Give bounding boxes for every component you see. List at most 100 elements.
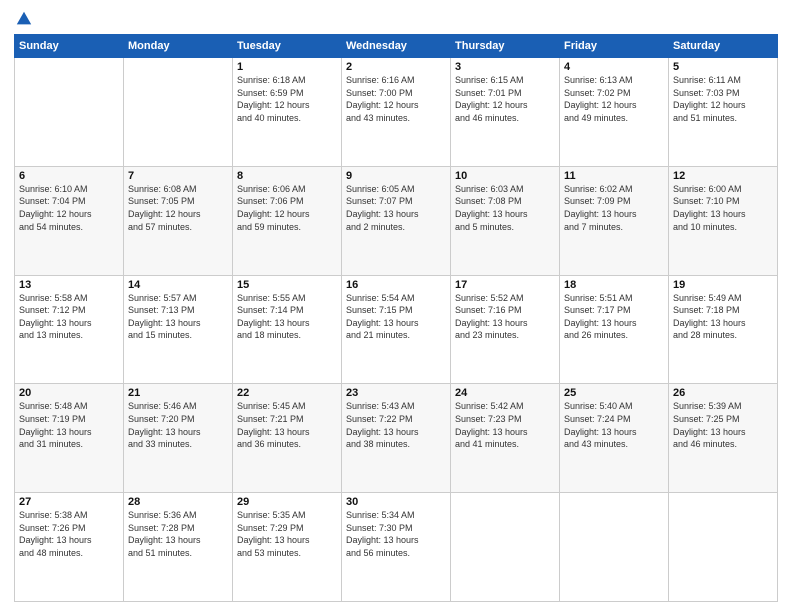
day-info: Sunrise: 5:51 AMSunset: 7:17 PMDaylight:…: [564, 292, 664, 342]
calendar-cell: [124, 58, 233, 167]
day-number: 15: [237, 279, 337, 291]
day-info: Sunrise: 6:00 AMSunset: 7:10 PMDaylight:…: [673, 183, 773, 233]
day-info: Sunrise: 5:39 AMSunset: 7:25 PMDaylight:…: [673, 400, 773, 450]
calendar-cell: 24Sunrise: 5:42 AMSunset: 7:23 PMDayligh…: [451, 384, 560, 493]
day-number: 30: [346, 496, 446, 508]
calendar-cell: 23Sunrise: 5:43 AMSunset: 7:22 PMDayligh…: [342, 384, 451, 493]
week-row: 13Sunrise: 5:58 AMSunset: 7:12 PMDayligh…: [15, 275, 778, 384]
day-number: 28: [128, 496, 228, 508]
calendar-cell: 29Sunrise: 5:35 AMSunset: 7:29 PMDayligh…: [233, 493, 342, 602]
day-number: 3: [455, 61, 555, 73]
weekday-header: Monday: [124, 35, 233, 58]
weekday-header: Wednesday: [342, 35, 451, 58]
calendar-cell: 28Sunrise: 5:36 AMSunset: 7:28 PMDayligh…: [124, 493, 233, 602]
day-info: Sunrise: 5:38 AMSunset: 7:26 PMDaylight:…: [19, 509, 119, 559]
page: SundayMondayTuesdayWednesdayThursdayFrid…: [0, 0, 792, 612]
day-info: Sunrise: 5:54 AMSunset: 7:15 PMDaylight:…: [346, 292, 446, 342]
week-row: 20Sunrise: 5:48 AMSunset: 7:19 PMDayligh…: [15, 384, 778, 493]
day-info: Sunrise: 6:02 AMSunset: 7:09 PMDaylight:…: [564, 183, 664, 233]
calendar-cell: 6Sunrise: 6:10 AMSunset: 7:04 PMDaylight…: [15, 166, 124, 275]
day-number: 20: [19, 387, 119, 399]
weekday-header: Tuesday: [233, 35, 342, 58]
weekday-header: Saturday: [669, 35, 778, 58]
day-number: 5: [673, 61, 773, 73]
calendar-cell: 17Sunrise: 5:52 AMSunset: 7:16 PMDayligh…: [451, 275, 560, 384]
weekday-row: SundayMondayTuesdayWednesdayThursdayFrid…: [15, 35, 778, 58]
weekday-header: Friday: [560, 35, 669, 58]
day-number: 13: [19, 279, 119, 291]
calendar-cell: 15Sunrise: 5:55 AMSunset: 7:14 PMDayligh…: [233, 275, 342, 384]
day-number: 17: [455, 279, 555, 291]
day-info: Sunrise: 5:45 AMSunset: 7:21 PMDaylight:…: [237, 400, 337, 450]
calendar-cell: 20Sunrise: 5:48 AMSunset: 7:19 PMDayligh…: [15, 384, 124, 493]
day-info: Sunrise: 5:58 AMSunset: 7:12 PMDaylight:…: [19, 292, 119, 342]
day-info: Sunrise: 5:40 AMSunset: 7:24 PMDaylight:…: [564, 400, 664, 450]
day-number: 14: [128, 279, 228, 291]
calendar-cell: 12Sunrise: 6:00 AMSunset: 7:10 PMDayligh…: [669, 166, 778, 275]
day-info: Sunrise: 5:57 AMSunset: 7:13 PMDaylight:…: [128, 292, 228, 342]
day-number: 21: [128, 387, 228, 399]
week-row: 6Sunrise: 6:10 AMSunset: 7:04 PMDaylight…: [15, 166, 778, 275]
logo: [14, 10, 33, 28]
day-info: Sunrise: 5:52 AMSunset: 7:16 PMDaylight:…: [455, 292, 555, 342]
calendar-cell: [451, 493, 560, 602]
weekday-header: Thursday: [451, 35, 560, 58]
calendar-cell: 30Sunrise: 5:34 AMSunset: 7:30 PMDayligh…: [342, 493, 451, 602]
calendar-cell: 10Sunrise: 6:03 AMSunset: 7:08 PMDayligh…: [451, 166, 560, 275]
day-number: 9: [346, 170, 446, 182]
calendar-cell: 16Sunrise: 5:54 AMSunset: 7:15 PMDayligh…: [342, 275, 451, 384]
calendar-body: 1Sunrise: 6:18 AMSunset: 6:59 PMDaylight…: [15, 58, 778, 602]
week-row: 27Sunrise: 5:38 AMSunset: 7:26 PMDayligh…: [15, 493, 778, 602]
day-number: 6: [19, 170, 119, 182]
day-number: 19: [673, 279, 773, 291]
day-number: 25: [564, 387, 664, 399]
day-info: Sunrise: 5:35 AMSunset: 7:29 PMDaylight:…: [237, 509, 337, 559]
day-number: 12: [673, 170, 773, 182]
day-info: Sunrise: 5:55 AMSunset: 7:14 PMDaylight:…: [237, 292, 337, 342]
day-info: Sunrise: 6:15 AMSunset: 7:01 PMDaylight:…: [455, 74, 555, 124]
calendar-cell: 27Sunrise: 5:38 AMSunset: 7:26 PMDayligh…: [15, 493, 124, 602]
week-row: 1Sunrise: 6:18 AMSunset: 6:59 PMDaylight…: [15, 58, 778, 167]
calendar-cell: 14Sunrise: 5:57 AMSunset: 7:13 PMDayligh…: [124, 275, 233, 384]
calendar-cell: 19Sunrise: 5:49 AMSunset: 7:18 PMDayligh…: [669, 275, 778, 384]
day-number: 10: [455, 170, 555, 182]
day-number: 22: [237, 387, 337, 399]
day-info: Sunrise: 6:10 AMSunset: 7:04 PMDaylight:…: [19, 183, 119, 233]
day-info: Sunrise: 5:42 AMSunset: 7:23 PMDaylight:…: [455, 400, 555, 450]
calendar-cell: [560, 493, 669, 602]
day-info: Sunrise: 6:16 AMSunset: 7:00 PMDaylight:…: [346, 74, 446, 124]
day-info: Sunrise: 5:36 AMSunset: 7:28 PMDaylight:…: [128, 509, 228, 559]
calendar-cell: 11Sunrise: 6:02 AMSunset: 7:09 PMDayligh…: [560, 166, 669, 275]
day-info: Sunrise: 6:18 AMSunset: 6:59 PMDaylight:…: [237, 74, 337, 124]
calendar-cell: 9Sunrise: 6:05 AMSunset: 7:07 PMDaylight…: [342, 166, 451, 275]
calendar-cell: 7Sunrise: 6:08 AMSunset: 7:05 PMDaylight…: [124, 166, 233, 275]
day-number: 24: [455, 387, 555, 399]
day-number: 23: [346, 387, 446, 399]
day-info: Sunrise: 6:03 AMSunset: 7:08 PMDaylight:…: [455, 183, 555, 233]
day-number: 1: [237, 61, 337, 73]
day-number: 16: [346, 279, 446, 291]
calendar-cell: [669, 493, 778, 602]
day-number: 26: [673, 387, 773, 399]
calendar-cell: 8Sunrise: 6:06 AMSunset: 7:06 PMDaylight…: [233, 166, 342, 275]
day-info: Sunrise: 5:48 AMSunset: 7:19 PMDaylight:…: [19, 400, 119, 450]
calendar-table: SundayMondayTuesdayWednesdayThursdayFrid…: [14, 34, 778, 602]
logo-text: [14, 10, 33, 28]
calendar-header: SundayMondayTuesdayWednesdayThursdayFrid…: [15, 35, 778, 58]
calendar-cell: 21Sunrise: 5:46 AMSunset: 7:20 PMDayligh…: [124, 384, 233, 493]
calendar-cell: 1Sunrise: 6:18 AMSunset: 6:59 PMDaylight…: [233, 58, 342, 167]
day-info: Sunrise: 5:46 AMSunset: 7:20 PMDaylight:…: [128, 400, 228, 450]
calendar-cell: 26Sunrise: 5:39 AMSunset: 7:25 PMDayligh…: [669, 384, 778, 493]
calendar-cell: 18Sunrise: 5:51 AMSunset: 7:17 PMDayligh…: [560, 275, 669, 384]
day-info: Sunrise: 5:49 AMSunset: 7:18 PMDaylight:…: [673, 292, 773, 342]
day-info: Sunrise: 5:34 AMSunset: 7:30 PMDaylight:…: [346, 509, 446, 559]
header: [14, 10, 778, 28]
day-number: 2: [346, 61, 446, 73]
logo-icon: [15, 10, 33, 28]
calendar-cell: 5Sunrise: 6:11 AMSunset: 7:03 PMDaylight…: [669, 58, 778, 167]
calendar-cell: 4Sunrise: 6:13 AMSunset: 7:02 PMDaylight…: [560, 58, 669, 167]
calendar-cell: [15, 58, 124, 167]
day-number: 8: [237, 170, 337, 182]
weekday-header: Sunday: [15, 35, 124, 58]
day-info: Sunrise: 6:06 AMSunset: 7:06 PMDaylight:…: [237, 183, 337, 233]
